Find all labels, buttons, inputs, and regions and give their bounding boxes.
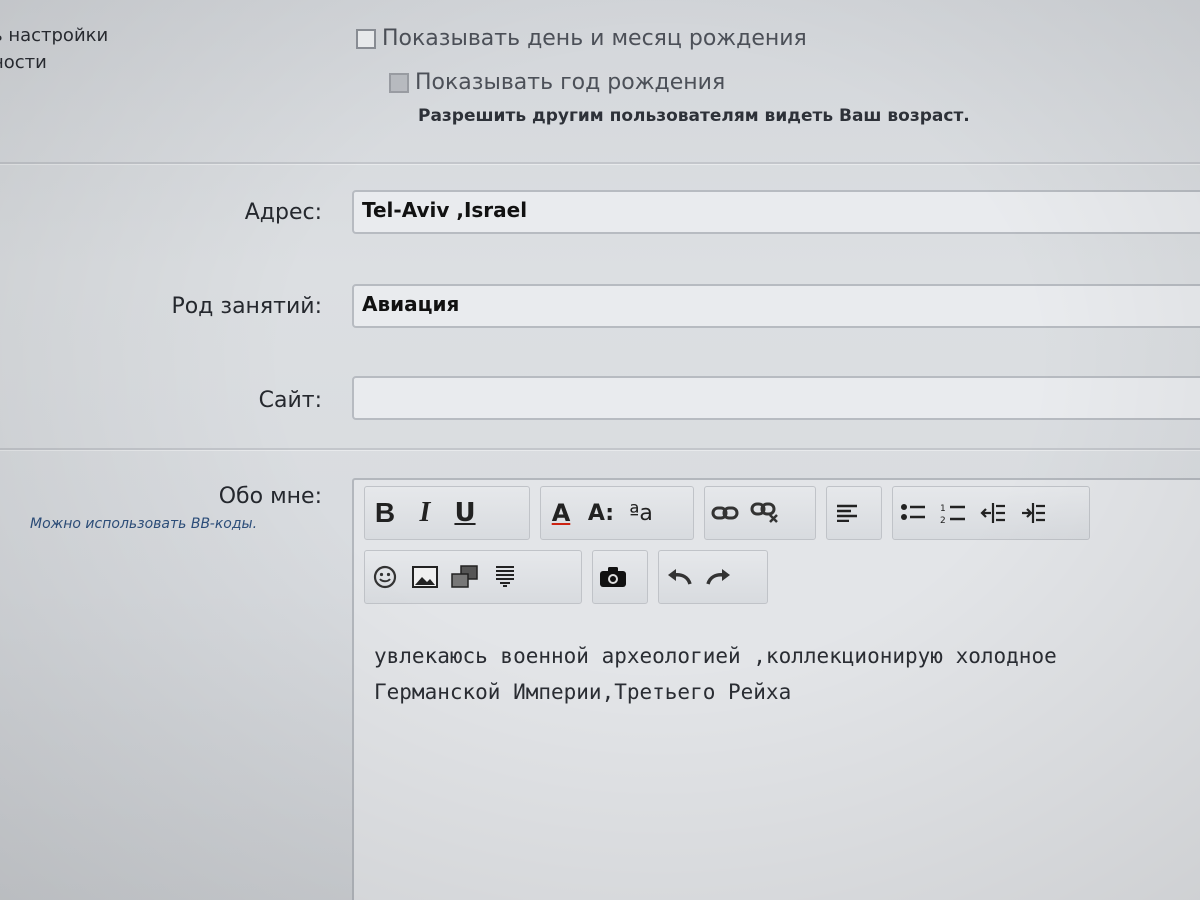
redo-icon[interactable] (699, 557, 739, 597)
italic-icon[interactable]: I (405, 493, 445, 533)
link-icon[interactable] (705, 493, 745, 533)
camera-group (592, 550, 648, 604)
font-size-icon[interactable]: A: (581, 493, 621, 533)
bb-codes-hint: Можно использовать BB-коды. (30, 516, 258, 532)
underline-icon[interactable]: U (445, 493, 485, 533)
address-label: Адрес: (244, 200, 322, 225)
align-group (826, 486, 882, 540)
show-day-month-row[interactable]: Показывать день и месяц рождения (356, 26, 807, 51)
editor-text-line1: увлекаюсь военной археологией ,коллекцио… (374, 644, 1057, 668)
show-year-row[interactable]: Показывать год рождения (389, 70, 725, 95)
occupation-field[interactable]: Авиация (352, 284, 1200, 328)
font-color-icon[interactable]: A (541, 493, 581, 533)
privacy-label-line2: ности (0, 52, 47, 73)
font-group: A A: ªa (540, 486, 694, 540)
smiley-icon[interactable] (365, 557, 405, 597)
undo-icon[interactable] (659, 557, 699, 597)
site-field[interactable] (352, 376, 1200, 420)
site-label: Сайт: (258, 388, 322, 413)
profile-settings-page: ь настройки ности Показывать день и меся… (0, 0, 1200, 900)
align-left-icon[interactable] (827, 493, 867, 533)
show-year-checkbox[interactable] (389, 72, 409, 93)
spoiler-icon[interactable] (485, 557, 525, 597)
text-style-group: B I U (364, 486, 530, 540)
address-field[interactable]: Tel-Aviv ,Israel (352, 190, 1200, 234)
privacy-label-line1: ь настройки (0, 25, 109, 46)
bold-icon[interactable]: B (365, 493, 405, 533)
media-group (364, 550, 582, 604)
numbered-list-icon[interactable]: 12 (933, 493, 973, 533)
section-divider-top (0, 162, 1200, 165)
gallery-icon[interactable] (445, 557, 485, 597)
camera-icon[interactable] (593, 557, 633, 597)
bullet-list-icon[interactable] (893, 493, 933, 533)
about-editor[interactable]: B I U A A: ªa 12 увлекаюсь военной архео… (352, 478, 1200, 900)
svg-text:1: 1 (940, 504, 946, 514)
show-day-month-checkbox[interactable] (356, 28, 376, 49)
link-group (704, 486, 816, 540)
list-group: 12 (892, 486, 1090, 540)
editor-text-line2: Германской Империи,Третьего Рейха (374, 680, 792, 704)
age-visibility-hint: Разрешить другим пользователям видеть Ва… (418, 106, 970, 126)
svg-text:2: 2 (940, 516, 946, 524)
subscript-icon[interactable]: ªa (621, 493, 661, 533)
show-year-label: Показывать год рождения (415, 70, 726, 95)
privacy-settings-label: ь настройки ности (0, 22, 108, 76)
outdent-icon[interactable] (973, 493, 1013, 533)
occupation-label: Род занятий: (171, 294, 322, 319)
image-icon[interactable] (405, 557, 445, 597)
unlink-icon[interactable] (745, 493, 785, 533)
section-divider-middle (0, 448, 1200, 451)
history-group (658, 550, 768, 604)
indent-icon[interactable] (1013, 493, 1053, 533)
editor-content[interactable]: увлекаюсь военной археологией ,коллекцио… (374, 638, 1200, 710)
show-day-month-label: Показывать день и месяц рождения (382, 26, 807, 51)
about-label: Обо мне: (218, 484, 322, 509)
